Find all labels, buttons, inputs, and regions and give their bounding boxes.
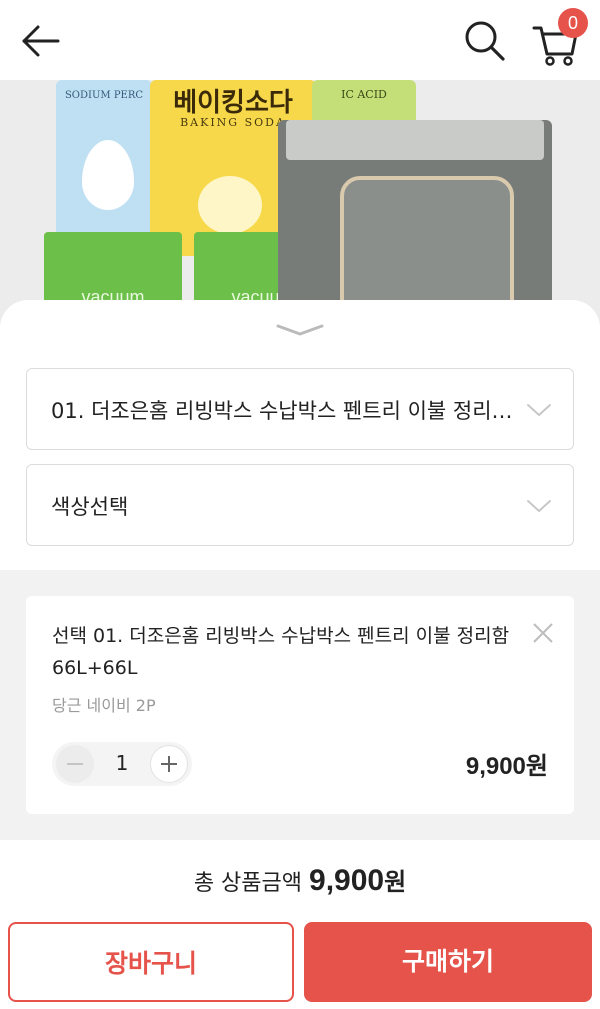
selected-item-price-amount: 9,900 xyxy=(465,753,526,780)
remove-item-button[interactable] xyxy=(532,622,554,644)
selected-item-title: 선택 01. 더조은홈 리빙박스 수납박스 펜트리 이불 정리함 66L+66L xyxy=(52,625,510,679)
pack-yellow-title: 베이킹소다 xyxy=(173,88,293,118)
selected-item-option: 당근 네이비 2P xyxy=(52,696,156,715)
sheet-collapse-handle[interactable] xyxy=(274,322,326,338)
drop-graphic xyxy=(82,140,134,210)
quantity-value: 1 xyxy=(115,751,129,775)
total-label: 총 상품금액 xyxy=(193,871,303,896)
sodium-pack-image: SODIUM PERC xyxy=(56,80,152,240)
top-header: 0 xyxy=(0,0,600,80)
selected-items-area: 선택 01. 더조은홈 리빙박스 수납박스 펜트리 이불 정리함 66L+66L… xyxy=(0,570,600,840)
selected-item-price-currency: 원 xyxy=(525,752,548,780)
quantity-stepper: 1 xyxy=(52,742,192,786)
cart-button[interactable]: 0 xyxy=(530,8,588,68)
pack-green-label: IC ACID xyxy=(341,88,387,101)
color-option-placeholder: 색상선택 xyxy=(51,495,129,519)
increase-quantity-button[interactable] xyxy=(150,745,188,783)
total-amount: 9,900 xyxy=(309,864,385,897)
total-currency: 원 xyxy=(384,868,407,896)
search-icon xyxy=(465,21,505,61)
back-button[interactable] xyxy=(18,18,64,64)
chevron-down-icon xyxy=(276,324,324,336)
chevron-down-icon xyxy=(527,404,551,416)
selected-item-price: 9,900원 xyxy=(466,746,548,781)
storage-box-lid xyxy=(286,120,544,160)
product-option-select[interactable]: 01. 더조은홈 리빙박스 수납박스 펜트리 이불 정리함 66L+66L xyxy=(26,368,574,450)
bird-graphic xyxy=(198,176,262,234)
chevron-down-icon xyxy=(527,500,551,512)
pack-blue-label: SODIUM PERC xyxy=(64,90,144,101)
selected-item-card: 선택 01. 더조은홈 리빙박스 수납박스 펜트리 이불 정리함 66L+66L… xyxy=(26,596,574,814)
decrease-quantity-button[interactable] xyxy=(56,745,94,783)
option-bottom-sheet: 01. 더조은홈 리빙박스 수납박스 펜트리 이불 정리함 66L+66L 색상… xyxy=(0,300,600,1009)
storage-box-image xyxy=(278,120,552,320)
arrow-left-icon xyxy=(22,25,60,57)
add-to-cart-button[interactable]: 장바구니 xyxy=(8,922,294,1002)
buy-now-button[interactable]: 구매하기 xyxy=(304,922,592,1002)
total-price-summary: 총 상품금액 9,900원 xyxy=(0,862,600,898)
plus-icon xyxy=(161,756,177,772)
cart-count-badge: 0 xyxy=(558,8,588,38)
product-option-value: 01. 더조은홈 리빙박스 수납박스 펜트리 이불 정리함 66L+66L xyxy=(51,399,521,423)
search-button[interactable] xyxy=(460,16,508,64)
color-option-select[interactable]: 색상선택 xyxy=(26,464,574,546)
close-icon xyxy=(533,623,553,643)
storage-box-window xyxy=(340,176,514,310)
minus-icon xyxy=(67,763,83,765)
